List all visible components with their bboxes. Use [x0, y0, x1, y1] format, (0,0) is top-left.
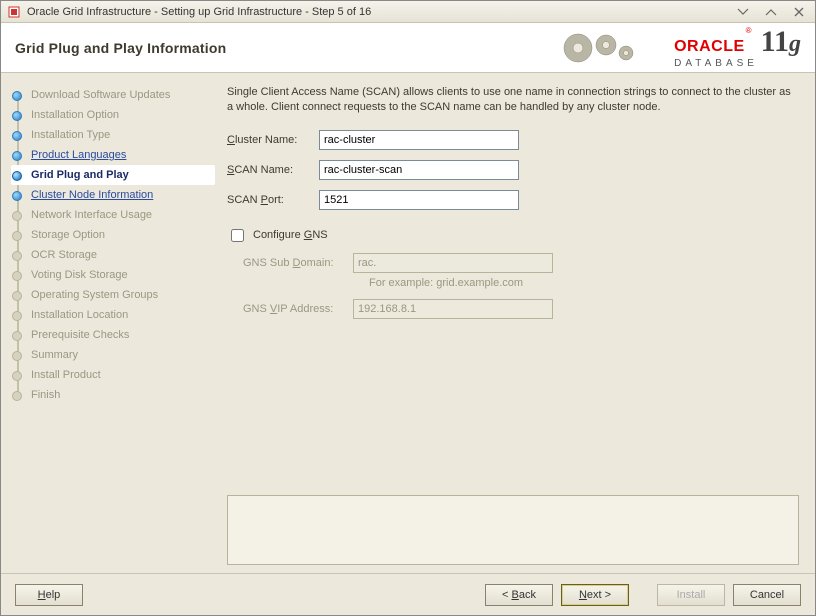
maximize-button[interactable]: [761, 5, 781, 19]
gns-vip-label: GNS VIP Address:: [243, 303, 353, 315]
configure-gns-checkbox[interactable]: [231, 229, 244, 242]
wizard-content: Single Client Access Name (SCAN) allows …: [223, 73, 815, 573]
gns-sub-domain-label: GNS Sub Domain:: [243, 257, 353, 269]
cluster-name-label: Cluster Name:: [227, 134, 319, 146]
step-label: Operating System Groups: [31, 289, 158, 301]
description-text: Single Client Access Name (SCAN) allows …: [227, 85, 799, 116]
step-dot-icon: [12, 151, 22, 161]
gears-icon: [548, 27, 668, 69]
minimize-button[interactable]: [733, 5, 753, 19]
step-label: Summary: [31, 349, 78, 361]
scan-port-input[interactable]: [319, 190, 519, 210]
step-label: Installation Option: [31, 109, 119, 121]
step-ocr-storage: OCR Storage: [11, 245, 215, 265]
step-dot-icon: [12, 271, 22, 281]
step-dot-icon: [12, 91, 22, 101]
step-label: Network Interface Usage: [31, 209, 152, 221]
step-storage-option: Storage Option: [11, 225, 215, 245]
step-voting-disk-storage: Voting Disk Storage: [11, 265, 215, 285]
window-title: Oracle Grid Infrastructure - Setting up …: [27, 6, 371, 18]
step-label: Cluster Node Information: [31, 189, 153, 201]
step-label: Voting Disk Storage: [31, 269, 128, 281]
step-label: Download Software Updates: [31, 89, 170, 101]
step-label: Installation Type: [31, 129, 110, 141]
cluster-name-input[interactable]: [319, 130, 519, 150]
step-dot-icon: [12, 211, 22, 221]
help-button[interactable]: Help: [15, 584, 83, 606]
scan-name-input[interactable]: [319, 160, 519, 180]
step-dot-icon: [12, 111, 22, 121]
step-label: Installation Location: [31, 309, 128, 321]
wizard-footer: Help < Back Next > Install Cancel: [1, 573, 815, 615]
step-dot-icon: [12, 371, 22, 381]
scan-name-label: SCAN Name:: [227, 164, 319, 176]
step-install-product: Install Product: [11, 365, 215, 385]
step-dot-icon: [12, 231, 22, 241]
step-dot-icon: [12, 331, 22, 341]
step-product-languages[interactable]: Product Languages: [11, 145, 215, 165]
step-dot-icon: [12, 351, 22, 361]
header-branding: ORACLE® 11g DATABASE: [548, 27, 801, 69]
step-operating-system-groups: Operating System Groups: [11, 285, 215, 305]
wizard-header: Grid Plug and Play Information ORACLE® 1…: [1, 23, 815, 73]
step-finish: Finish: [11, 385, 215, 405]
gns-vip-input: [353, 299, 553, 319]
step-label: Install Product: [31, 369, 101, 381]
gns-sub-domain-input: [353, 253, 553, 273]
step-label: OCR Storage: [31, 249, 97, 261]
step-download-software-updates: Download Software Updates: [11, 85, 215, 105]
step-grid-plug-and-play: Grid Plug and Play: [11, 165, 215, 185]
step-prerequisite-checks: Prerequisite Checks: [11, 325, 215, 345]
step-network-interface-usage: Network Interface Usage: [11, 205, 215, 225]
step-dot-icon: [12, 191, 22, 201]
install-button: Install: [657, 584, 725, 606]
step-installation-location: Installation Location: [11, 305, 215, 325]
page-title: Grid Plug and Play Information: [15, 40, 226, 56]
step-label: Finish: [31, 389, 60, 401]
step-label: Product Languages: [31, 149, 126, 161]
step-summary: Summary: [11, 345, 215, 365]
step-dot-icon: [12, 131, 22, 141]
message-area: [227, 495, 799, 565]
step-cluster-node-information[interactable]: Cluster Node Information: [11, 185, 215, 205]
next-button[interactable]: Next >: [561, 584, 629, 606]
app-icon: [7, 5, 21, 19]
scan-port-label: SCAN Port:: [227, 194, 319, 206]
back-button[interactable]: < Back: [485, 584, 553, 606]
titlebar: Oracle Grid Infrastructure - Setting up …: [1, 1, 815, 23]
step-dot-icon: [12, 291, 22, 301]
cancel-button[interactable]: Cancel: [733, 584, 801, 606]
step-label: Grid Plug and Play: [31, 169, 129, 181]
close-button[interactable]: [789, 5, 809, 19]
step-label: Prerequisite Checks: [31, 329, 129, 341]
step-label: Storage Option: [31, 229, 105, 241]
configure-gns-label: Configure GNS: [253, 229, 328, 241]
installer-window: Oracle Grid Infrastructure - Setting up …: [0, 0, 816, 616]
step-installation-type: Installation Type: [11, 125, 215, 145]
gns-example-text: For example: grid.example.com: [369, 277, 799, 289]
step-dot-icon: [12, 311, 22, 321]
oracle-brand-logo: ORACLE® 11g DATABASE: [674, 27, 801, 69]
wizard-steps-sidebar: Download Software Updates Installation Op…: [1, 73, 223, 573]
step-dot-icon: [12, 391, 22, 401]
step-dot-icon: [12, 171, 22, 181]
step-dot-icon: [12, 251, 22, 261]
step-installation-option: Installation Option: [11, 105, 215, 125]
